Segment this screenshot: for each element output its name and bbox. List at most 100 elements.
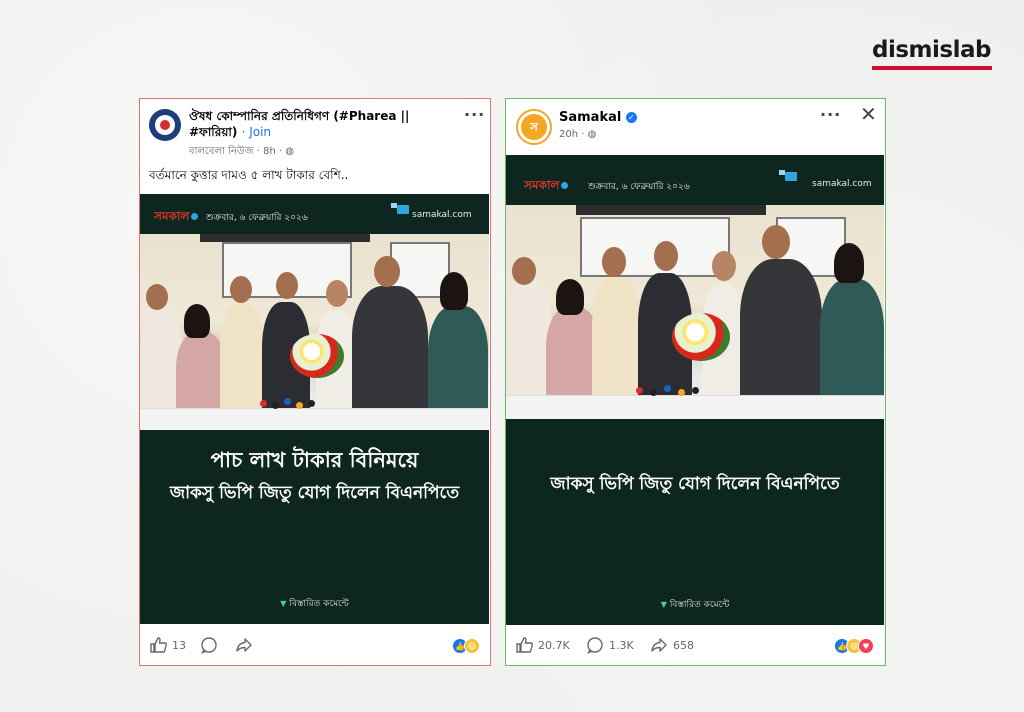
comment-icon (200, 637, 217, 654)
reactions[interactable]: 👍 😆 (452, 638, 480, 654)
person-hair (556, 279, 584, 315)
brand-underline (872, 66, 992, 70)
microphone (308, 400, 315, 407)
person-head (512, 257, 536, 285)
dismislab-logo: dismislab (872, 36, 994, 70)
microphone (692, 387, 699, 394)
haha-reaction-icon: 😆 (464, 638, 480, 654)
globe-icon: ◍ (587, 129, 597, 140)
author-name[interactable]: বালবেলা নিউজ (189, 146, 254, 157)
like-count: 20.7K (538, 638, 570, 652)
thumbs-up-icon (150, 637, 167, 653)
like-button[interactable]: 13 (150, 637, 186, 653)
person-head (762, 225, 790, 259)
microphone (272, 402, 279, 409)
news-photo (506, 205, 884, 419)
microphone (260, 400, 267, 407)
person-head (326, 280, 348, 307)
site-url: samakal.com (412, 210, 472, 220)
window-frame (576, 205, 766, 215)
comment-button[interactable] (200, 636, 223, 654)
share-count: 658 (673, 638, 694, 652)
person-head (712, 251, 736, 281)
person-hair (184, 304, 210, 338)
love-reaction-icon: ♥ (858, 638, 874, 654)
microphone (650, 389, 657, 396)
press-table (140, 408, 489, 430)
more-options-icon[interactable]: ··· (464, 105, 485, 124)
image-date: শুক্রবার, ৬ ফেব্রুয়ারি ২০২৬ (206, 213, 308, 223)
page-avatar[interactable]: স (516, 109, 552, 145)
share-icon (236, 638, 252, 652)
group-avatar[interactable] (149, 109, 181, 141)
news-photo (140, 234, 489, 430)
like-count: 13 (172, 638, 186, 652)
window-frame (200, 234, 370, 242)
left-post-card: ঔষধ কোম্পানির প্রতিনিধিগণ (#Pharea || #ফ… (139, 98, 491, 666)
join-button[interactable]: Join (249, 125, 271, 139)
see-more-text: বিস্তারিত কমেন্টে (669, 600, 730, 610)
share-button[interactable]: 658 (650, 636, 694, 654)
image-date: শুক্রবার, ৬ ফেব্রুয়ারি ২০২৬ (588, 182, 690, 192)
person (352, 286, 428, 414)
image-header: সমকাল শুক্রবার, ৬ ফেব্রুয়ারি ২০২৬ samak… (506, 155, 884, 205)
microphone (296, 402, 303, 409)
post-footer: 20.7K 1.3K 658 👍 😆 ♥ (506, 625, 885, 665)
reactions[interactable]: 👍 😆 ♥ (834, 638, 874, 654)
microphone (678, 389, 685, 396)
post-caption: বর্তমানে কুত্তার দামও ৫ লাখ টাকার বেশি.. (149, 168, 349, 182)
flower-bouquet (290, 334, 344, 378)
comment-count: 1.3K (609, 638, 634, 652)
thumbs-up-icon (516, 637, 533, 653)
verified-badge-icon: ✓ (625, 112, 637, 123)
person (740, 259, 822, 401)
post-meta: 20h · ◍ (559, 128, 596, 141)
person (820, 279, 884, 403)
microphone (664, 385, 671, 392)
person-head (654, 241, 678, 271)
like-button[interactable]: 20.7K (516, 637, 570, 653)
newspaper-logo: সমকাল (154, 208, 199, 228)
site-icon (779, 170, 797, 181)
person-head (374, 256, 400, 287)
share-button[interactable] (235, 636, 258, 654)
see-more-note: ▼ বিস্তারিত কমেন্টে (506, 597, 884, 612)
page-name[interactable]: Samakal ✓ (559, 110, 637, 126)
post-image[interactable]: সমকাল শুক্রবার, ৬ ফেব্রুয়ারি ২০২৬ samak… (506, 155, 884, 625)
group-name-line2: #ফারিয়া) (189, 125, 238, 139)
image-headline-line1: পাচ লাখ টাকার বিনিময়ে (210, 448, 419, 472)
press-table (506, 395, 884, 419)
person (592, 277, 642, 401)
person-hair (440, 272, 468, 310)
flower-bouquet (672, 313, 730, 361)
post-time[interactable]: 20h (559, 129, 578, 140)
image-headline: জাকসু ভিপি জিতু যোগ দিলেন বিএনপিতে (550, 474, 840, 494)
post-image[interactable]: সমকাল শুক্রবার, ৬ ফেব্রুয়ারি ২০২৬ samak… (140, 194, 489, 624)
person-head (146, 284, 168, 310)
brand-name: dismislab (872, 37, 991, 63)
site-url: samakal.com (812, 179, 872, 189)
post-meta: বালবেলা নিউজ · 8h · ◍ (189, 145, 294, 158)
newspaper-logo: সমকাল (524, 177, 569, 197)
share-icon (651, 638, 667, 652)
image-header: সমকাল শুক্রবার, ৬ ফেব্রুয়ারি ২০২৬ samak… (140, 194, 489, 232)
post-footer: 13 👍 😆 (140, 625, 490, 665)
down-triangle-icon: ▼ (280, 599, 287, 608)
comment-button[interactable]: 1.3K (586, 636, 634, 654)
group-name[interactable]: ঔষধ কোম্পানির প্রতিনিধিগণ (#Pharea || #ফ… (189, 108, 459, 140)
close-icon[interactable]: ✕ (860, 102, 878, 126)
down-triangle-icon: ▼ (660, 600, 667, 609)
more-options-icon[interactable]: ··· (820, 105, 841, 124)
microphone (636, 387, 643, 394)
person (428, 306, 488, 418)
site-icon (391, 203, 409, 214)
person (220, 304, 264, 414)
microphone (284, 398, 291, 405)
see-more-note: ▼ বিস্তারিত কমেন্টে (140, 596, 489, 611)
person-hair (834, 243, 864, 283)
page-name-text: Samakal (559, 110, 622, 125)
comment-icon (586, 637, 603, 654)
person-head (602, 247, 626, 277)
post-time[interactable]: 8h (263, 146, 276, 157)
person-head (230, 276, 252, 303)
